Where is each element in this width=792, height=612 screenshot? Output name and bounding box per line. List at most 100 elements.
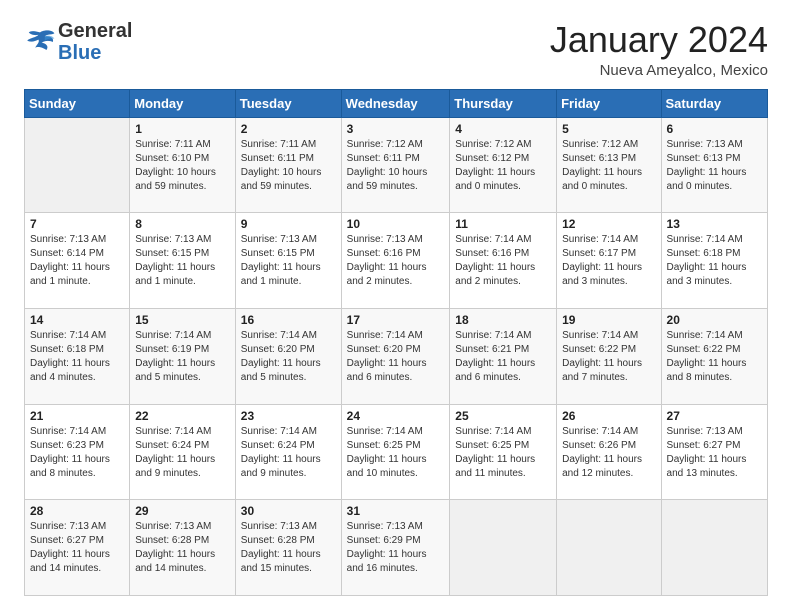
calendar-cell: 4 Sunrise: 7:12 AM Sunset: 6:12 PM Daylig… bbox=[450, 117, 557, 213]
logo: General Blue bbox=[24, 20, 132, 64]
day-number: 12 bbox=[562, 217, 655, 231]
header-row: Sunday Monday Tuesday Wednesday Thursday… bbox=[25, 89, 768, 117]
day-number: 6 bbox=[667, 122, 762, 136]
col-sunday: Sunday bbox=[25, 89, 130, 117]
title-section: January 2024 Nueva Ameyalco, Mexico bbox=[550, 20, 768, 79]
month-title: January 2024 bbox=[550, 20, 768, 60]
day-info: Sunrise: 7:12 AM Sunset: 6:11 PM Dayligh… bbox=[347, 138, 445, 194]
calendar-cell: 22 Sunrise: 7:14 AM Sunset: 6:24 PM Dayli… bbox=[130, 404, 236, 500]
calendar-week-4: 21Sunrise: 7:14 AM Sunset: 6:23 PM Dayli… bbox=[25, 404, 768, 500]
logo-general-text: General bbox=[58, 20, 132, 42]
calendar-week-2: 7 Sunrise: 7:13 AM Sunset: 6:14 PM Daylig… bbox=[25, 213, 768, 309]
calendar-cell: 13 Sunrise: 7:14 AM Sunset: 6:18 PM Dayli… bbox=[661, 213, 767, 309]
day-info: Sunrise: 7:13 AM Sunset: 6:16 PM Dayligh… bbox=[347, 233, 445, 289]
day-number: 13 bbox=[667, 217, 762, 231]
calendar-cell bbox=[450, 500, 557, 596]
calendar-cell: 9 Sunrise: 7:13 AM Sunset: 6:15 PM Daylig… bbox=[235, 213, 341, 309]
calendar-cell: 30 Sunrise: 7:13 AM Sunset: 6:28 PM Dayli… bbox=[235, 500, 341, 596]
calendar-cell: 21Sunrise: 7:14 AM Sunset: 6:23 PM Dayli… bbox=[25, 404, 130, 500]
day-number: 22 bbox=[135, 409, 230, 423]
day-info: Sunrise: 7:14 AM Sunset: 6:18 PM Dayligh… bbox=[667, 233, 762, 289]
day-info: Sunrise: 7:13 AM Sunset: 6:15 PM Dayligh… bbox=[135, 233, 230, 289]
day-info: Sunrise: 7:13 AM Sunset: 6:27 PM Dayligh… bbox=[30, 520, 124, 576]
calendar-table: Sunday Monday Tuesday Wednesday Thursday… bbox=[24, 89, 768, 596]
calendar-cell: 16Sunrise: 7:14 AM Sunset: 6:20 PM Dayli… bbox=[235, 308, 341, 404]
day-number: 31 bbox=[347, 504, 445, 518]
location: Nueva Ameyalco, Mexico bbox=[550, 62, 768, 79]
day-number: 30 bbox=[241, 504, 336, 518]
col-saturday: Saturday bbox=[661, 89, 767, 117]
calendar-cell: 27Sunrise: 7:13 AM Sunset: 6:27 PM Dayli… bbox=[661, 404, 767, 500]
col-friday: Friday bbox=[557, 89, 661, 117]
calendar-cell: 17Sunrise: 7:14 AM Sunset: 6:20 PM Dayli… bbox=[341, 308, 450, 404]
day-number: 19 bbox=[562, 313, 655, 327]
calendar-cell: 10 Sunrise: 7:13 AM Sunset: 6:16 PM Dayli… bbox=[341, 213, 450, 309]
day-number: 9 bbox=[241, 217, 336, 231]
day-number: 27 bbox=[667, 409, 762, 423]
day-number: 25 bbox=[455, 409, 551, 423]
calendar-week-5: 28 Sunrise: 7:13 AM Sunset: 6:27 PM Dayli… bbox=[25, 500, 768, 596]
day-info: Sunrise: 7:11 AM Sunset: 6:11 PM Dayligh… bbox=[241, 138, 336, 194]
day-info: Sunrise: 7:14 AM Sunset: 6:19 PM Dayligh… bbox=[135, 329, 230, 385]
calendar-cell: 25 Sunrise: 7:14 AM Sunset: 6:25 PM Dayli… bbox=[450, 404, 557, 500]
day-number: 1 bbox=[135, 122, 230, 136]
col-monday: Monday bbox=[130, 89, 236, 117]
calendar-cell: 28 Sunrise: 7:13 AM Sunset: 6:27 PM Dayli… bbox=[25, 500, 130, 596]
calendar-cell: 7 Sunrise: 7:13 AM Sunset: 6:14 PM Daylig… bbox=[25, 213, 130, 309]
day-number: 26 bbox=[562, 409, 655, 423]
day-number: 10 bbox=[347, 217, 445, 231]
day-info: Sunrise: 7:14 AM Sunset: 6:21 PM Dayligh… bbox=[455, 329, 551, 385]
logo-bird-icon bbox=[24, 28, 56, 56]
logo-name: General Blue bbox=[58, 20, 132, 64]
header: General Blue January 2024 Nueva Ameyalco… bbox=[24, 20, 768, 79]
calendar-cell: 14Sunrise: 7:14 AM Sunset: 6:18 PM Dayli… bbox=[25, 308, 130, 404]
calendar-cell: 20 Sunrise: 7:14 AM Sunset: 6:22 PM Dayli… bbox=[661, 308, 767, 404]
col-wednesday: Wednesday bbox=[341, 89, 450, 117]
col-thursday: Thursday bbox=[450, 89, 557, 117]
day-info: Sunrise: 7:12 AM Sunset: 6:13 PM Dayligh… bbox=[562, 138, 655, 194]
day-number: 20 bbox=[667, 313, 762, 327]
day-info: Sunrise: 7:13 AM Sunset: 6:28 PM Dayligh… bbox=[241, 520, 336, 576]
day-number: 3 bbox=[347, 122, 445, 136]
calendar-cell: 15 Sunrise: 7:14 AM Sunset: 6:19 PM Dayli… bbox=[130, 308, 236, 404]
day-info: Sunrise: 7:14 AM Sunset: 6:22 PM Dayligh… bbox=[667, 329, 762, 385]
day-info: Sunrise: 7:12 AM Sunset: 6:12 PM Dayligh… bbox=[455, 138, 551, 194]
day-info: Sunrise: 7:14 AM Sunset: 6:16 PM Dayligh… bbox=[455, 233, 551, 289]
day-info: Sunrise: 7:14 AM Sunset: 6:26 PM Dayligh… bbox=[562, 425, 655, 481]
calendar-cell: 23 Sunrise: 7:14 AM Sunset: 6:24 PM Dayli… bbox=[235, 404, 341, 500]
day-number: 29 bbox=[135, 504, 230, 518]
day-info: Sunrise: 7:14 AM Sunset: 6:23 PM Dayligh… bbox=[30, 425, 124, 481]
calendar-cell: 24Sunrise: 7:14 AM Sunset: 6:25 PM Dayli… bbox=[341, 404, 450, 500]
calendar-header: Sunday Monday Tuesday Wednesday Thursday… bbox=[25, 89, 768, 117]
day-info: Sunrise: 7:14 AM Sunset: 6:25 PM Dayligh… bbox=[455, 425, 551, 481]
calendar-cell: 26 Sunrise: 7:14 AM Sunset: 6:26 PM Dayli… bbox=[557, 404, 661, 500]
calendar-cell bbox=[557, 500, 661, 596]
calendar-cell: 1 Sunrise: 7:11 AM Sunset: 6:10 PM Daylig… bbox=[130, 117, 236, 213]
day-number: 11 bbox=[455, 217, 551, 231]
day-info: Sunrise: 7:13 AM Sunset: 6:15 PM Dayligh… bbox=[241, 233, 336, 289]
day-number: 8 bbox=[135, 217, 230, 231]
col-tuesday: Tuesday bbox=[235, 89, 341, 117]
day-number: 14 bbox=[30, 313, 124, 327]
day-number: 23 bbox=[241, 409, 336, 423]
day-info: Sunrise: 7:13 AM Sunset: 6:13 PM Dayligh… bbox=[667, 138, 762, 194]
day-number: 28 bbox=[30, 504, 124, 518]
day-info: Sunrise: 7:14 AM Sunset: 6:25 PM Dayligh… bbox=[347, 425, 445, 481]
day-info: Sunrise: 7:14 AM Sunset: 6:24 PM Dayligh… bbox=[241, 425, 336, 481]
day-number: 5 bbox=[562, 122, 655, 136]
day-info: Sunrise: 7:14 AM Sunset: 6:24 PM Dayligh… bbox=[135, 425, 230, 481]
day-number: 7 bbox=[30, 217, 124, 231]
calendar-cell: 18Sunrise: 7:14 AM Sunset: 6:21 PM Dayli… bbox=[450, 308, 557, 404]
calendar-cell bbox=[661, 500, 767, 596]
day-number: 2 bbox=[241, 122, 336, 136]
calendar-week-3: 14Sunrise: 7:14 AM Sunset: 6:18 PM Dayli… bbox=[25, 308, 768, 404]
day-number: 4 bbox=[455, 122, 551, 136]
day-info: Sunrise: 7:13 AM Sunset: 6:28 PM Dayligh… bbox=[135, 520, 230, 576]
day-number: 15 bbox=[135, 313, 230, 327]
day-info: Sunrise: 7:13 AM Sunset: 6:29 PM Dayligh… bbox=[347, 520, 445, 576]
day-info: Sunrise: 7:13 AM Sunset: 6:14 PM Dayligh… bbox=[30, 233, 124, 289]
calendar-cell: 11 Sunrise: 7:14 AM Sunset: 6:16 PM Dayli… bbox=[450, 213, 557, 309]
calendar-cell: 6 Sunrise: 7:13 AM Sunset: 6:13 PM Daylig… bbox=[661, 117, 767, 213]
calendar-cell: 12Sunrise: 7:14 AM Sunset: 6:17 PM Dayli… bbox=[557, 213, 661, 309]
day-info: Sunrise: 7:11 AM Sunset: 6:10 PM Dayligh… bbox=[135, 138, 230, 194]
